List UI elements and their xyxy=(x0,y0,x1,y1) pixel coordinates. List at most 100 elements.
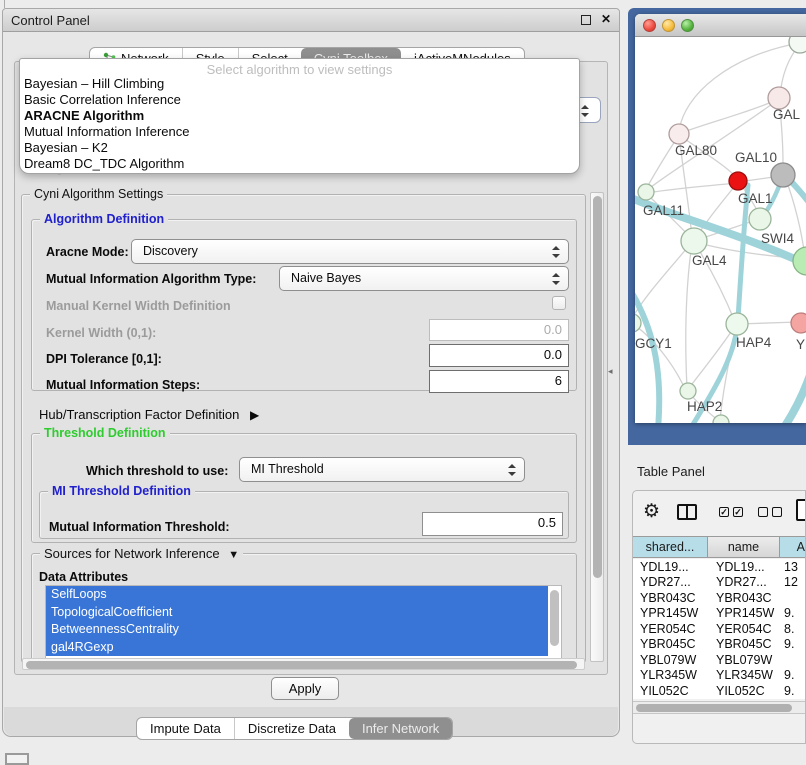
network-window-titlebar[interactable] xyxy=(635,14,806,37)
algorithm-option[interactable]: Basic Correlation Inference xyxy=(20,92,579,108)
kernel-width-field[interactable]: 0.0 xyxy=(429,319,569,341)
scrollbar-thumb[interactable] xyxy=(593,196,602,578)
aracne-mode-value: Discovery xyxy=(143,244,198,258)
splitter-collapse-icon[interactable]: ◂ xyxy=(608,366,613,377)
checked-boxes-icon[interactable]: ✓✓ xyxy=(719,507,743,517)
column-header-shared-name[interactable]: shared... xyxy=(633,537,708,557)
table-row[interactable]: YBR043CYBR043C xyxy=(633,590,806,606)
mi-threshold-label: Mutual Information Threshold: xyxy=(49,520,230,534)
column-header-name[interactable]: name xyxy=(708,537,780,557)
float-icon[interactable] xyxy=(581,15,591,25)
algorithm-option[interactable]: Dream8 DC_TDC Algorithm xyxy=(20,156,579,172)
algorithm-option[interactable]: Bayesian – Hill Climbing xyxy=(20,76,579,92)
control-panel-window: Control Panel ✕ galFiltered.sif default … xyxy=(2,8,620,737)
list-scrollbar[interactable] xyxy=(550,590,559,646)
node-label: HAP4 xyxy=(736,335,771,350)
node-label: GAL4 xyxy=(692,253,727,268)
settings-vertical-scrollbar[interactable] xyxy=(590,192,604,662)
settings-horizontal-scrollbar[interactable] xyxy=(22,658,585,670)
mi-type-combo[interactable]: Naive Bayes xyxy=(279,266,569,291)
table-row[interactable]: YBR045CYBR045C9. xyxy=(633,637,806,653)
close-traffic-light-icon[interactable] xyxy=(643,19,656,32)
data-attributes-label: Data Attributes xyxy=(39,570,128,584)
cell-name: YDL19... xyxy=(708,560,780,574)
attribute-item-selected[interactable]: SelfLoops xyxy=(46,586,548,604)
collapse-arrow-icon[interactable]: ▼ xyxy=(228,549,239,561)
page-icon[interactable] xyxy=(796,499,806,521)
gear-icon[interactable]: ⚙ xyxy=(643,500,660,523)
bottom-tab-bar: Impute DataDiscretize DataInfer Network xyxy=(136,717,453,740)
cell-name: YPR145W xyxy=(708,606,780,620)
minimize-traffic-light-icon[interactable] xyxy=(662,19,675,32)
aracne-mode-label: Aracne Mode: xyxy=(46,245,129,259)
node-unnamed-top[interactable] xyxy=(789,37,806,53)
cell-value: 13 xyxy=(780,560,806,574)
data-attributes-list[interactable]: SelfLoopsTopologicalCoefficientBetweenne… xyxy=(45,585,562,659)
split-columns-icon[interactable] xyxy=(677,504,697,520)
table-row[interactable]: YLR345WYLR345W9. xyxy=(633,668,806,684)
node-gal10[interactable] xyxy=(771,163,795,187)
which-threshold-combo[interactable]: MI Threshold xyxy=(239,457,525,482)
aracne-mode-combo[interactable]: Discovery xyxy=(131,239,569,264)
node-gal1-red[interactable] xyxy=(729,172,747,190)
node-swi4[interactable] xyxy=(749,208,771,230)
node-salmon[interactable] xyxy=(791,313,806,333)
cell-name: YIL052C xyxy=(708,684,780,698)
node-right-green[interactable] xyxy=(793,247,806,275)
table-row[interactable]: YER054CYER054C8. xyxy=(633,621,806,637)
expand-arrow-icon[interactable]: ▶ xyxy=(250,408,259,422)
attribute-item-selected[interactable]: TopologicalCoefficient xyxy=(46,604,548,622)
table-row[interactable]: YIL052CYIL052C9. xyxy=(633,683,806,699)
attribute-item-selected[interactable]: BetweennessCentrality xyxy=(46,621,548,639)
mi-threshold-field[interactable]: 0.5 xyxy=(422,512,563,536)
algorithm-dropdown-hint: Select algorithm to view settings xyxy=(20,59,579,76)
table-row[interactable]: YDR27...YDR27...12 xyxy=(633,575,806,591)
tab-infer-network[interactable]: Infer Network xyxy=(349,718,452,739)
cell-shared-name: YLR345W xyxy=(633,668,708,682)
algorithm-option[interactable]: Mutual Information Inference xyxy=(20,124,579,140)
table-row[interactable]: YDL19...YDL19...13 xyxy=(633,559,806,575)
tab-discretize-data[interactable]: Discretize Data xyxy=(234,718,349,739)
tab-impute-data[interactable]: Impute Data xyxy=(137,718,234,739)
cell-name: YLR345W xyxy=(708,668,780,682)
cell-shared-name: YDR27... xyxy=(633,575,708,589)
scrollbar-thumb[interactable] xyxy=(26,661,577,669)
close-icon[interactable]: ✕ xyxy=(601,12,611,26)
mi-steps-field[interactable]: 6 xyxy=(429,370,569,393)
node-gal80[interactable] xyxy=(669,124,689,144)
unchecked-boxes-icon[interactable] xyxy=(758,507,782,517)
dpi-tolerance-field[interactable]: 0.0 xyxy=(429,344,569,367)
table-row[interactable]: YBL079WYBL079W xyxy=(633,652,806,668)
threshold-definition-title: Threshold Definition xyxy=(40,426,170,440)
apply-button[interactable]: Apply xyxy=(271,677,339,700)
mi-threshold-group-title: MI Threshold Definition xyxy=(48,484,195,498)
algorithm-dropdown: Select algorithm to view settings Bayesi… xyxy=(19,58,580,174)
combo-arrows-icon xyxy=(551,246,559,258)
node-label: GAL xyxy=(773,107,800,122)
network-view-window[interactable]: GAL GAL80 GAL10 GAL11 GAL1 SWI4 GAL4 GCY… xyxy=(635,14,806,423)
cell-value: 9. xyxy=(780,684,806,698)
network-canvas[interactable]: GAL GAL80 GAL10 GAL11 GAL1 SWI4 GAL4 GCY… xyxy=(635,37,806,423)
cell-shared-name: YBL079W xyxy=(633,653,708,667)
node-hap4[interactable] xyxy=(726,313,748,335)
sources-title-text: Sources for Network Inference xyxy=(44,546,220,561)
node-hap2[interactable] xyxy=(680,383,696,399)
hub-definition-label[interactable]: Hub/Transcription Factor Definition ▶ xyxy=(39,407,259,422)
sources-group-title[interactable]: Sources for Network Inference ▼ xyxy=(40,546,243,561)
node-gal4[interactable] xyxy=(681,228,707,254)
cell-value: 9. xyxy=(780,668,806,682)
table-row[interactable]: YPR145WYPR145W9. xyxy=(633,606,806,622)
algorithm-option[interactable]: ARACNE Algorithm xyxy=(20,108,579,124)
node-bottom[interactable] xyxy=(713,415,729,423)
scrollbar-thumb[interactable] xyxy=(636,704,792,712)
attribute-item-selected[interactable]: gal4RGexp xyxy=(46,639,548,657)
manual-kernel-checkbox[interactable] xyxy=(552,296,566,310)
algorithm-option[interactable]: Bayesian – K2 xyxy=(20,140,579,156)
column-header-partial[interactable]: A xyxy=(780,537,806,557)
node-gal11[interactable] xyxy=(638,184,654,200)
table-horizontal-scrollbar[interactable] xyxy=(633,701,806,714)
zoom-traffic-light-icon[interactable] xyxy=(681,19,694,32)
node-label: GCY1 xyxy=(635,336,672,351)
node-gal-partial[interactable] xyxy=(768,87,790,109)
combo-arrows-icon xyxy=(551,273,559,285)
